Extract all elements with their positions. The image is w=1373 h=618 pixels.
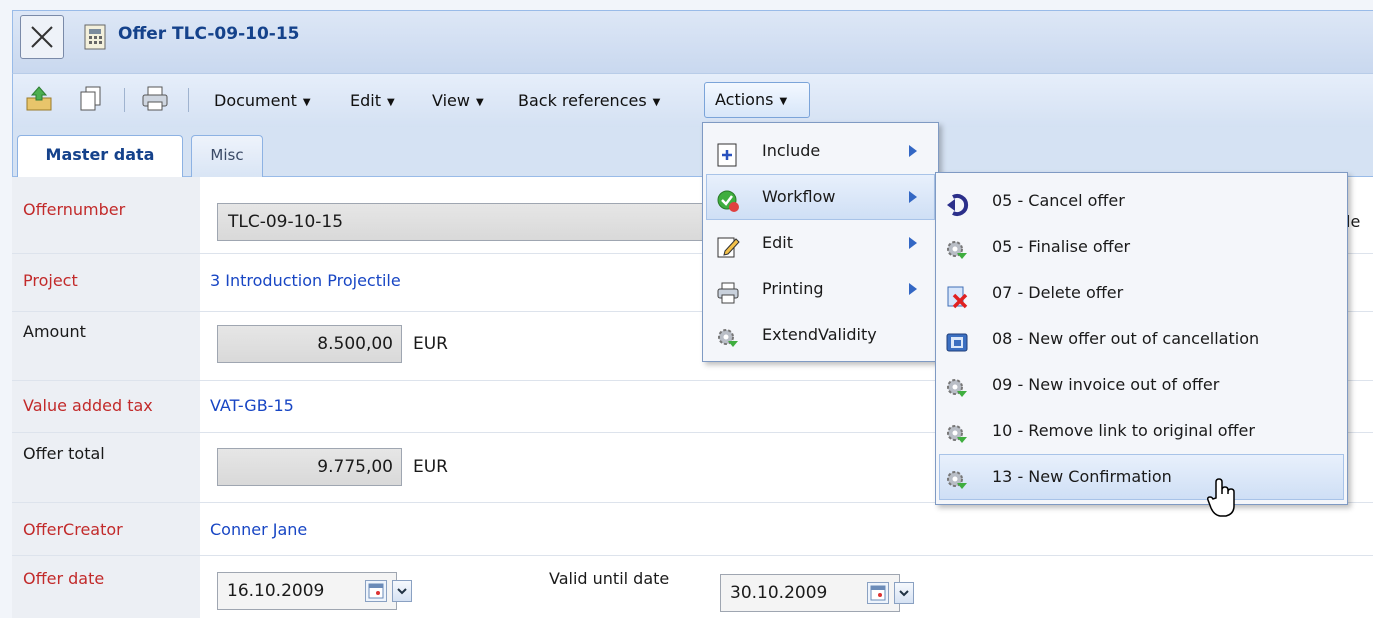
gear-icon xyxy=(945,373,969,397)
offer-total-label: Offer total xyxy=(23,444,105,463)
submenu-arrow-icon xyxy=(909,283,917,295)
submenu-arrow-icon xyxy=(909,237,917,249)
hand-cursor-icon xyxy=(1206,478,1240,518)
gear-icon xyxy=(945,465,969,489)
menu-item-new-offer-out-of-cancellation[interactable]: 08 - New offer out of cancellation xyxy=(939,316,1344,362)
toolbar-separator xyxy=(188,88,189,112)
submenu-arrow-icon xyxy=(909,191,917,203)
include-icon xyxy=(716,139,740,167)
menu-item-label: 13 - New Confirmation xyxy=(992,467,1172,486)
offer-total-currency: EUR xyxy=(413,457,448,477)
window-title: Offer TLC-09-10-15 xyxy=(118,24,300,44)
clipped-text: le xyxy=(1346,212,1361,231)
copy-document-icon xyxy=(945,327,969,352)
close-button[interactable] xyxy=(20,15,64,59)
offer-total-field[interactable]: 9.775,00 xyxy=(217,448,402,486)
menu-item-label: 08 - New offer out of cancellation xyxy=(992,329,1260,348)
chevron-down-icon[interactable] xyxy=(894,582,914,604)
document-icon xyxy=(84,24,106,50)
valid-until-label: Valid until date xyxy=(549,569,670,588)
menu-item-label: Edit xyxy=(762,233,793,252)
close-icon xyxy=(31,26,53,48)
tab-misc[interactable]: Misc xyxy=(191,135,263,177)
menu-item-label: Workflow xyxy=(762,187,836,206)
menu-item-label: Printing xyxy=(762,279,824,298)
tab-master-data[interactable]: Master data xyxy=(17,135,183,177)
calendar-icon[interactable] xyxy=(867,582,889,604)
gear-icon xyxy=(945,419,969,443)
menu-item-new-confirmation[interactable]: 13 - New Confirmation xyxy=(939,454,1344,500)
offernumber-label: Offernumber xyxy=(23,200,126,219)
submenu-arrow-icon xyxy=(909,145,917,157)
edit-icon xyxy=(716,231,740,258)
chevron-down-icon[interactable] xyxy=(392,580,412,602)
menu-actions[interactable]: Actions ▼ xyxy=(704,82,810,118)
amount-field[interactable]: 8.500,00 xyxy=(217,325,402,363)
gear-icon xyxy=(716,323,740,347)
printer-icon xyxy=(716,277,740,304)
menu-back-references[interactable]: Back references ▼ xyxy=(518,88,660,114)
save-to-folder-icon[interactable] xyxy=(24,84,54,114)
toolbar-separator xyxy=(124,88,125,112)
amount-label: Amount xyxy=(23,322,86,341)
amount-currency: EUR xyxy=(413,334,448,354)
menu-item-label: ExtendValidity xyxy=(762,325,877,344)
menu-item-cancel-offer[interactable]: 05 - Cancel offer xyxy=(939,178,1344,224)
project-label: Project xyxy=(23,271,78,290)
undo-arrow-icon xyxy=(945,189,969,216)
offer-creator-link[interactable]: Conner Jane xyxy=(210,520,307,539)
project-link[interactable]: 3 Introduction Projectile xyxy=(210,271,401,290)
menu-view[interactable]: View ▼ xyxy=(432,88,484,114)
menu-item-label: 07 - Delete offer xyxy=(992,283,1124,302)
print-icon[interactable] xyxy=(140,84,170,114)
gear-icon xyxy=(945,235,969,259)
menu-item-label: Include xyxy=(762,141,821,160)
menu-item-printing[interactable]: Printing xyxy=(706,266,935,312)
row-divider xyxy=(12,555,1373,556)
menu-item-new-invoice-out-of-offer[interactable]: 09 - New invoice out of offer xyxy=(939,362,1344,408)
menu-item-label: 05 - Cancel offer xyxy=(992,191,1125,210)
menu-item-delete-offer[interactable]: 07 - Delete offer xyxy=(939,270,1344,316)
menu-item-remove-link-to-original-offer[interactable]: 10 - Remove link to original offer xyxy=(939,408,1344,454)
offer-creator-label: OfferCreator xyxy=(23,520,123,539)
workflow-icon xyxy=(716,185,740,212)
offer-date-label: Offer date xyxy=(23,569,105,588)
delete-document-icon xyxy=(945,281,969,309)
menu-item-include[interactable]: Include xyxy=(706,128,935,174)
menu-item-label: 10 - Remove link to original offer xyxy=(992,421,1255,440)
menu-item-edit[interactable]: Edit xyxy=(706,220,935,266)
vat-label: Value added tax xyxy=(23,396,153,415)
menu-edit[interactable]: Edit ▼ xyxy=(350,88,395,114)
menu-item-finalise-offer[interactable]: 05 - Finalise offer xyxy=(939,224,1344,270)
menu-item-extend-validity[interactable]: ExtendValidity xyxy=(706,312,935,358)
copy-icon[interactable] xyxy=(76,84,106,114)
menu-document[interactable]: Document ▼ xyxy=(214,88,311,114)
offernumber-field[interactable]: TLC-09-10-15 xyxy=(217,203,707,241)
calendar-icon[interactable] xyxy=(365,580,387,602)
menu-item-label: 09 - New invoice out of offer xyxy=(992,375,1220,394)
menu-item-label: 05 - Finalise offer xyxy=(992,237,1131,256)
menu-item-workflow[interactable]: Workflow xyxy=(706,174,935,220)
vat-link[interactable]: VAT-GB-15 xyxy=(210,396,294,415)
